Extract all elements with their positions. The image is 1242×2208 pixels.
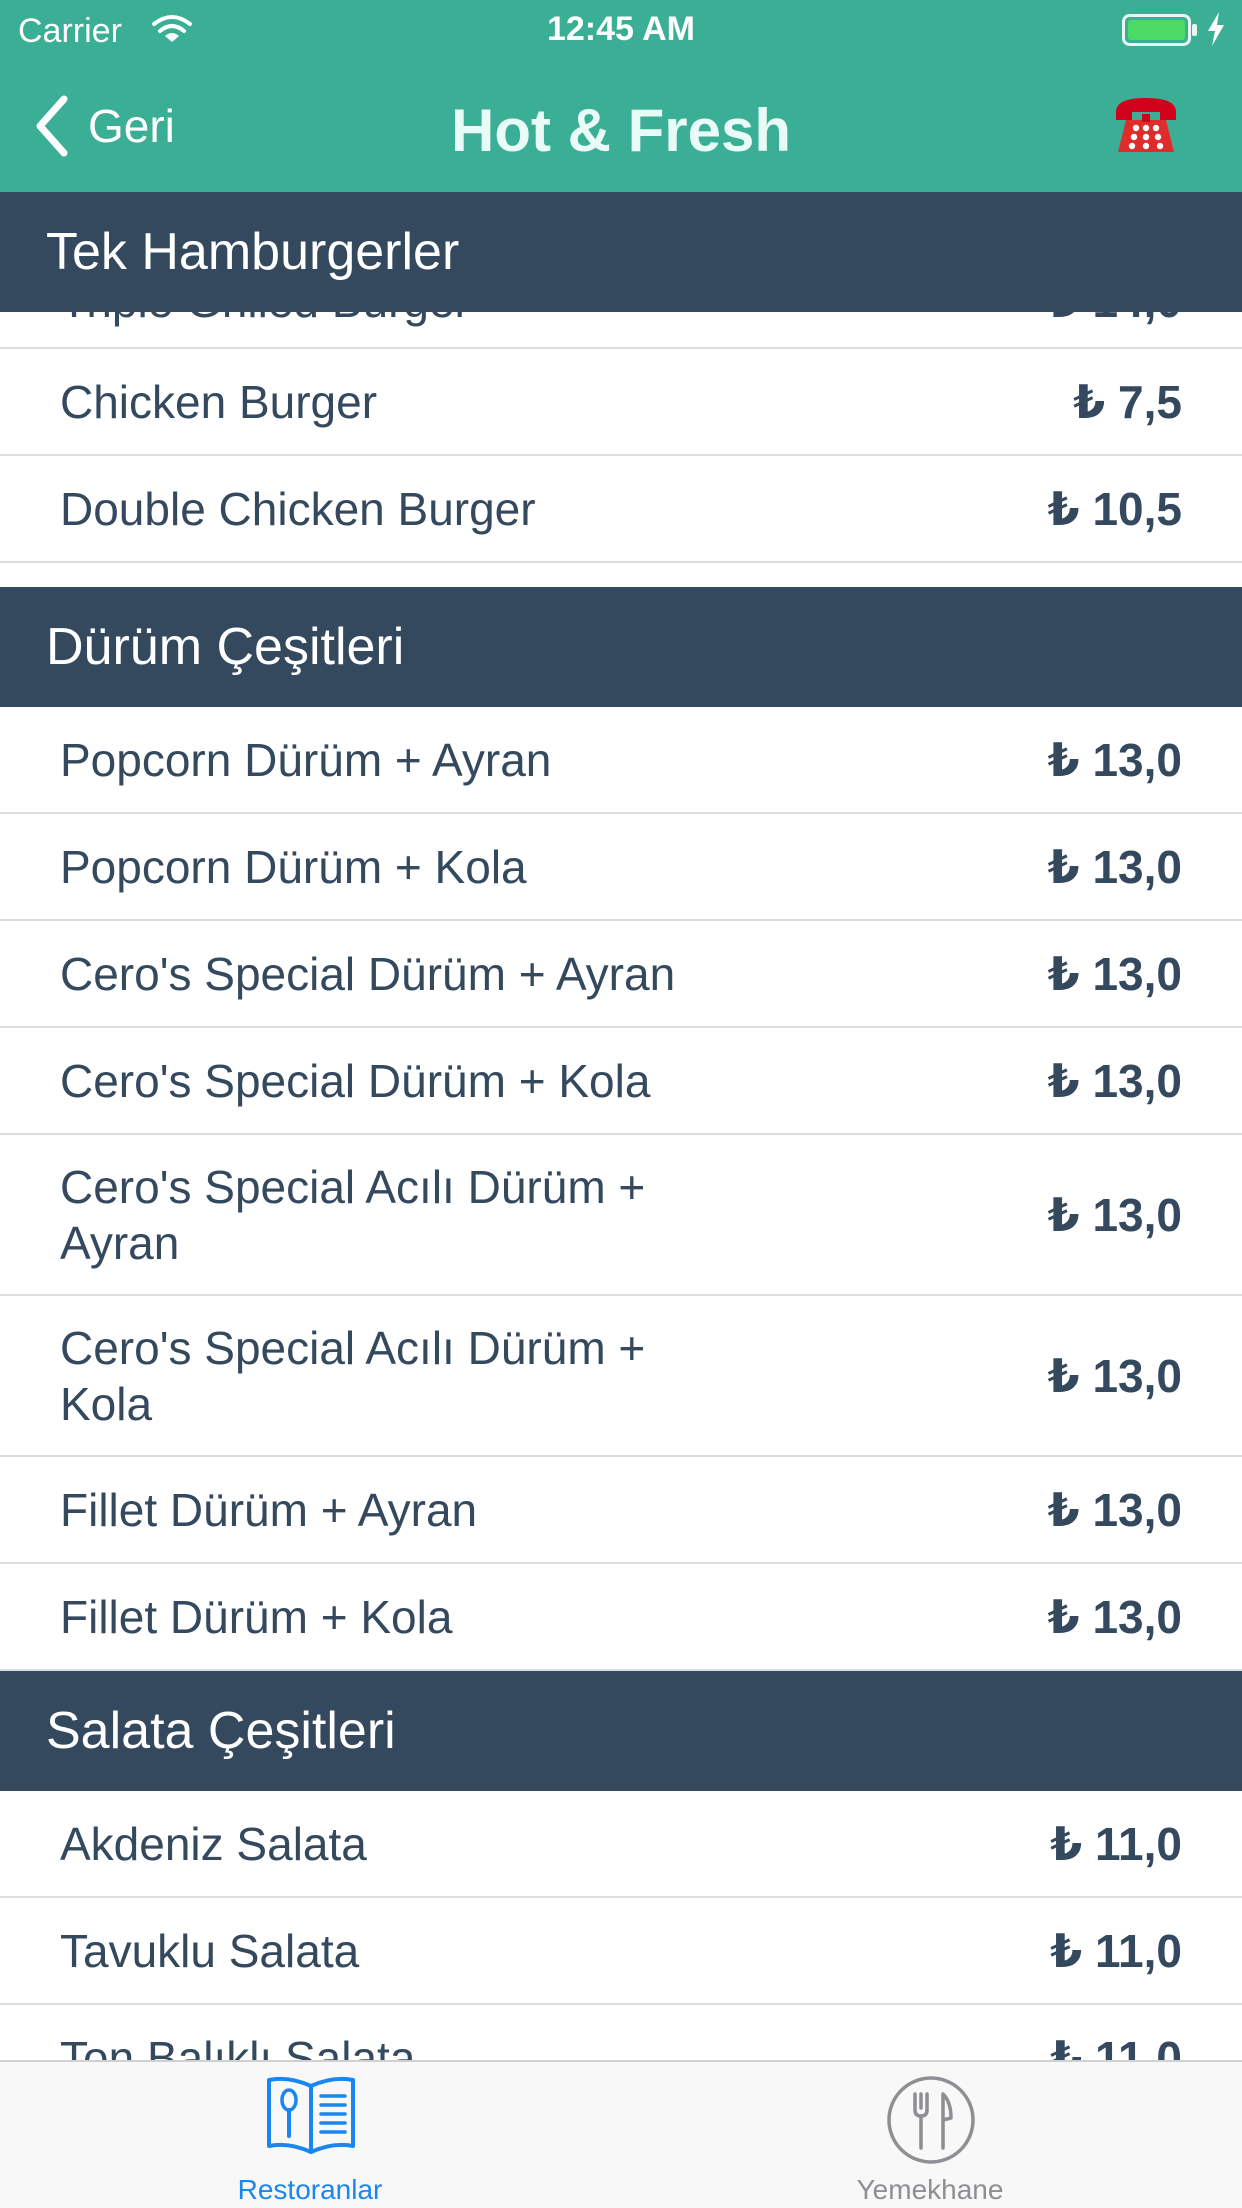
item-price: ₺ 10,5 bbox=[1047, 482, 1182, 535]
tab-yemekhane[interactable]: Yemekhane bbox=[780, 2062, 1080, 2208]
item-name: Popcorn Dürüm + Ayran bbox=[60, 733, 552, 786]
item-name: Cero's Special Dürüm + Kola bbox=[60, 1054, 651, 1107]
item-name: Chicken Burger bbox=[60, 375, 378, 428]
list-item[interactable]: Ton Balıklı Salata ₺ 11,0 bbox=[0, 2005, 1242, 2060]
list-item[interactable]: Cero's Special Dürüm + Ayran ₺ 13,0 bbox=[0, 921, 1242, 1028]
navigation-bar: Geri Hot & Fresh bbox=[0, 60, 1242, 192]
item-price: ₺ 13,0 bbox=[1047, 947, 1182, 1000]
section-header: Tek Hamburgerler bbox=[0, 192, 1242, 312]
item-price: ₺ 7,5 bbox=[1073, 375, 1182, 428]
call-button[interactable] bbox=[1112, 90, 1180, 163]
item-price: ₺ 13,0 bbox=[1047, 1483, 1182, 1536]
menu-book-icon bbox=[267, 2076, 355, 2154]
fork-knife-icon bbox=[887, 2076, 975, 2164]
item-name: Popcorn Dürüm + Kola bbox=[60, 840, 527, 893]
item-price: ₺ 13,0 bbox=[1047, 1054, 1182, 1107]
list-item[interactable]: Cero's Special Dürüm + Kola ₺ 13,0 bbox=[0, 1028, 1242, 1135]
battery-icon bbox=[1122, 14, 1197, 46]
item-price: ₺ 13,0 bbox=[1047, 840, 1182, 893]
section-header: Salata Çeşitleri bbox=[0, 1671, 1242, 1791]
telephone-icon bbox=[1116, 98, 1176, 152]
item-name: Tavuklu Salata bbox=[60, 1924, 360, 1977]
menu-list[interactable]: Triple Grilled Burger ₺ 14,0 Chicken Bur… bbox=[0, 192, 1242, 2060]
item-price: ₺ 13,0 bbox=[1047, 1590, 1182, 1643]
item-price: ₺ 11,0 bbox=[1050, 1924, 1182, 1977]
status-time: 12:45 AM bbox=[546, 10, 696, 48]
item-price: ₺ 11,0 bbox=[1050, 2031, 1182, 2061]
item-price: ₺ 11,0 bbox=[1050, 1817, 1182, 1870]
status-bar: Carrier 12:45 AM bbox=[0, 0, 1242, 60]
tab-restoranlar[interactable]: Restoranlar bbox=[160, 2062, 460, 2208]
tab-label: Restoranlar bbox=[237, 2174, 383, 2205]
item-name: Fillet Dürüm + Kola bbox=[60, 1590, 453, 1643]
item-name: Double Chicken Burger bbox=[60, 482, 536, 535]
item-price: ₺ 13,0 bbox=[1047, 1349, 1182, 1402]
list-item[interactable]: Cero's Special Acılı Dürüm + Kola ₺ 13,0 bbox=[0, 1296, 1242, 1457]
tab-label: Yemekhane bbox=[856, 2174, 1004, 2205]
list-item[interactable]: Fillet Dürüm + Ayran ₺ 13,0 bbox=[0, 1457, 1242, 1564]
item-name: Cero's Special Acılı Dürüm + Kola bbox=[60, 1321, 646, 1430]
item-name: Ton Balıklı Salata bbox=[60, 2031, 416, 2061]
list-item[interactable]: Cero's Special Acılı Dürüm + Ayran ₺ 13,… bbox=[0, 1135, 1242, 1296]
list-item[interactable]: Fillet Dürüm + Kola ₺ 13,0 bbox=[0, 1564, 1242, 1671]
item-name: Cero's Special Acılı Dürüm + Ayran bbox=[60, 1160, 646, 1269]
list-item[interactable]: Popcorn Dürüm + Ayran ₺ 13,0 bbox=[0, 707, 1242, 814]
charging-bolt-icon bbox=[1208, 12, 1224, 46]
item-name: Fillet Dürüm + Ayran bbox=[60, 1483, 478, 1536]
list-item[interactable]: Akdeniz Salata ₺ 11,0 bbox=[0, 1791, 1242, 1898]
item-price: ₺ 13,0 bbox=[1047, 733, 1182, 786]
item-name: Akdeniz Salata bbox=[60, 1817, 367, 1870]
item-price: ₺ 13,0 bbox=[1047, 1188, 1182, 1241]
list-item[interactable]: Double Chicken Burger ₺ 10,5 bbox=[0, 456, 1242, 563]
item-name: Cero's Special Dürüm + Ayran bbox=[60, 947, 676, 1000]
tab-bar: Restoranlar Yemekhane bbox=[0, 2060, 1242, 2208]
list-item[interactable]: Chicken Burger ₺ 7,5 bbox=[0, 349, 1242, 456]
page-title: Hot & Fresh bbox=[450, 97, 792, 164]
list-item[interactable]: Tavuklu Salata ₺ 11,0 bbox=[0, 1898, 1242, 2005]
section-header: Dürüm Çeşitleri bbox=[0, 587, 1242, 707]
list-item[interactable]: Popcorn Dürüm + Kola ₺ 13,0 bbox=[0, 814, 1242, 921]
